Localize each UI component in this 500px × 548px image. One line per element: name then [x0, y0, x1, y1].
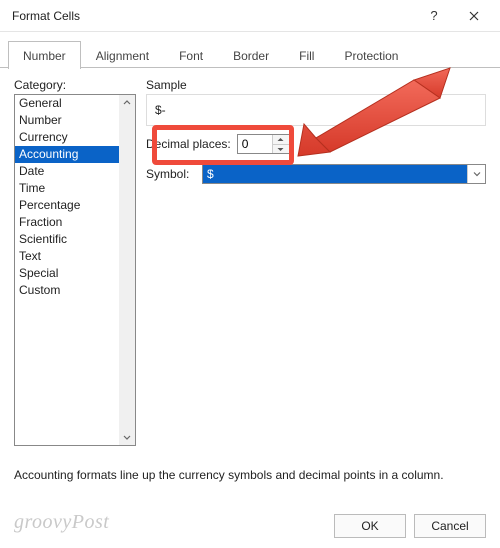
chevron-down-icon — [123, 433, 131, 441]
caret-up-icon — [277, 137, 284, 142]
symbol-value: $ — [203, 165, 467, 183]
sample-group: Sample $- — [146, 78, 486, 126]
dialog-footer: OK Cancel — [334, 514, 486, 538]
list-item[interactable]: Accounting — [15, 146, 119, 163]
tabs: Number Alignment Font Border Fill Protec… — [0, 32, 500, 68]
watermark: groovyPost — [14, 511, 109, 534]
close-icon — [469, 11, 479, 21]
list-item[interactable]: Percentage — [15, 197, 119, 214]
tab-font[interactable]: Font — [164, 41, 218, 69]
tab-border[interactable]: Border — [218, 41, 284, 69]
decimal-places-label: Decimal places: — [146, 137, 231, 151]
tab-protection[interactable]: Protection — [329, 41, 413, 69]
list-item[interactable]: Text — [15, 248, 119, 265]
tab-fill[interactable]: Fill — [284, 41, 329, 69]
ok-button[interactable]: OK — [334, 514, 406, 538]
chevron-up-icon — [123, 99, 131, 107]
list-item[interactable]: Number — [15, 112, 119, 129]
spinner-buttons — [272, 135, 289, 153]
scroll-down-button[interactable] — [119, 429, 135, 445]
dialog-body: Category: General Number Currency Accoun… — [0, 68, 500, 446]
scroll-up-button[interactable] — [119, 95, 135, 111]
tab-number[interactable]: Number — [8, 41, 81, 69]
list-item[interactable]: Custom — [15, 282, 119, 299]
chevron-down-icon — [473, 170, 481, 178]
list-item[interactable]: Special — [15, 265, 119, 282]
category-panel: Category: General Number Currency Accoun… — [14, 78, 136, 446]
settings-panel: Sample $- Decimal places: Symbol: — [146, 78, 486, 446]
tab-alignment[interactable]: Alignment — [81, 41, 164, 69]
category-label: Category: — [14, 78, 136, 92]
help-button[interactable]: ? — [414, 2, 454, 30]
decimal-places-row: Decimal places: — [146, 134, 486, 154]
symbol-dropdown-button[interactable] — [467, 165, 485, 183]
close-button[interactable] — [454, 2, 494, 30]
sample-label: Sample — [146, 78, 486, 92]
category-listbox[interactable]: General Number Currency Accounting Date … — [14, 94, 136, 446]
decimal-places-stepper[interactable] — [237, 134, 290, 154]
cancel-button[interactable]: Cancel — [414, 514, 486, 538]
list-item[interactable]: Fraction — [15, 214, 119, 231]
format-description: Accounting formats line up the currency … — [14, 468, 444, 482]
symbol-label: Symbol: — [146, 167, 196, 181]
symbol-row: Symbol: $ — [146, 164, 486, 184]
list-item[interactable]: Scientific — [15, 231, 119, 248]
list-item[interactable]: Currency — [15, 129, 119, 146]
symbol-combobox[interactable]: $ — [202, 164, 486, 184]
list-item[interactable]: Date — [15, 163, 119, 180]
category-items: General Number Currency Accounting Date … — [15, 95, 119, 445]
list-item[interactable]: Time — [15, 180, 119, 197]
caret-down-icon — [277, 147, 284, 152]
sample-box: $- — [146, 94, 486, 126]
title-bar: Format Cells ? — [0, 0, 500, 32]
list-item[interactable]: General — [15, 95, 119, 112]
sample-value: $- — [155, 103, 166, 117]
spin-up-button[interactable] — [273, 135, 289, 144]
scrollbar[interactable] — [119, 95, 135, 445]
decimal-places-input[interactable] — [238, 135, 272, 153]
spin-down-button[interactable] — [273, 144, 289, 153]
window-title: Format Cells — [12, 9, 414, 23]
